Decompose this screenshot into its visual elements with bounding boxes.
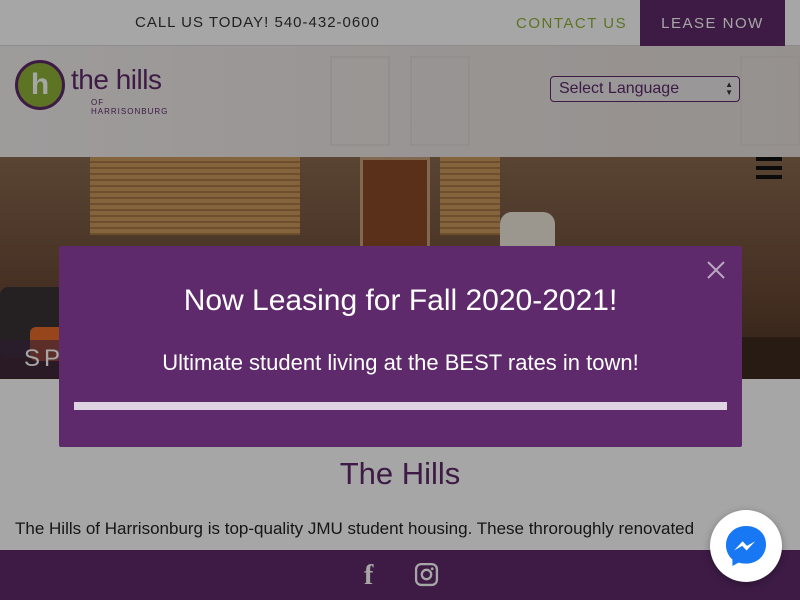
leasing-popup: Now Leasing for Fall 2020-2021! Ultimate… bbox=[59, 246, 742, 447]
messenger-chat-button[interactable] bbox=[710, 510, 782, 582]
popup-divider bbox=[74, 402, 727, 410]
close-icon[interactable] bbox=[705, 259, 727, 281]
messenger-icon bbox=[726, 526, 766, 566]
popup-title: Now Leasing for Fall 2020-2021! bbox=[183, 284, 618, 317]
popup-subtitle: Ultimate student living at the BEST rate… bbox=[162, 350, 639, 375]
